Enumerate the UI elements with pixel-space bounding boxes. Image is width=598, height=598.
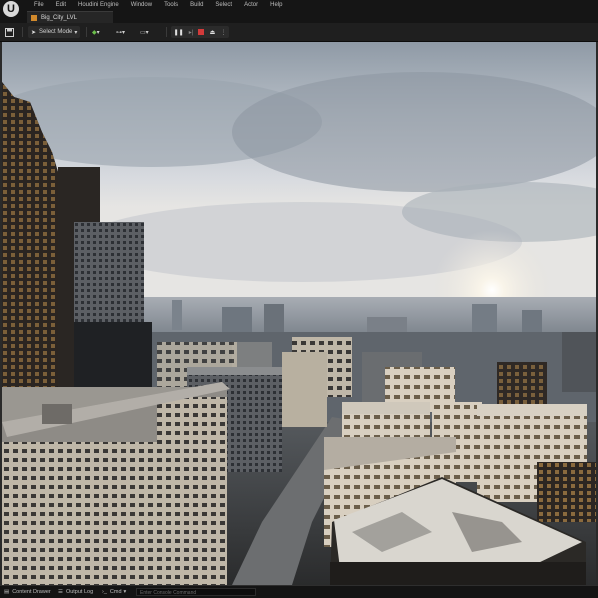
menu-bar: U File Edit Houdini Engine Window Tools … bbox=[0, 0, 598, 17]
step-icon[interactable]: ▸| bbox=[189, 29, 194, 36]
toolbar-divider bbox=[22, 27, 23, 37]
output-log-label: Output Log bbox=[65, 589, 94, 595]
menu-tools[interactable]: Tools bbox=[158, 0, 184, 10]
cursor-icon: ➤ bbox=[31, 29, 37, 36]
menu-edit[interactable]: Edit bbox=[50, 0, 72, 10]
pause-icon[interactable]: ❚❚ bbox=[174, 29, 184, 36]
menu-window[interactable]: Window bbox=[125, 0, 158, 10]
cmd-label: Cmd bbox=[109, 589, 122, 595]
chevron-down-icon: ▾ bbox=[96, 29, 100, 36]
main-menu: File Edit Houdini Engine Window Tools Bu… bbox=[28, 0, 288, 10]
content-drawer-label: Content Drawer bbox=[12, 589, 51, 595]
unreal-logo-icon[interactable]: U bbox=[3, 1, 19, 17]
menu-help[interactable]: Help bbox=[264, 0, 288, 10]
tab-level-label: Big_City_LVL bbox=[41, 14, 77, 21]
menu-actor[interactable]: Actor bbox=[238, 0, 264, 10]
log-icon: ☰ bbox=[58, 589, 63, 595]
terminal-icon: ›_ bbox=[102, 589, 107, 595]
toolbar-divider bbox=[86, 27, 87, 37]
select-mode-dropdown[interactable]: ➤ Select Mode ▾ bbox=[28, 26, 80, 38]
toolbar: ➤ Select Mode ▾ ◆ ▾ ⊶ ▾ ▭ ▾ ❚❚ ▸| ⏏ ⋮ bbox=[0, 23, 598, 42]
eject-icon[interactable]: ⏏ bbox=[210, 29, 216, 36]
output-log-button[interactable]: ☰ Output Log bbox=[58, 586, 93, 598]
tab-level[interactable]: Big_City_LVL bbox=[27, 11, 113, 23]
toolbar-divider bbox=[166, 27, 167, 37]
add-content-button[interactable]: ◆ ▾ bbox=[92, 26, 112, 38]
menu-build[interactable]: Build bbox=[184, 0, 209, 10]
level-viewport[interactable] bbox=[0, 42, 598, 585]
city-scene bbox=[2, 42, 596, 585]
select-mode-label: Select Mode bbox=[39, 29, 73, 35]
chevron-down-icon: ▾ bbox=[123, 589, 127, 595]
more-options-icon[interactable]: ⋮ bbox=[220, 29, 226, 36]
console-command-input[interactable]: Enter Console Command bbox=[136, 588, 256, 596]
folder-icon: ▤ bbox=[4, 589, 10, 595]
level-icon bbox=[31, 14, 37, 21]
cinematics-button[interactable]: ▭ ▾ bbox=[140, 26, 160, 38]
stop-icon[interactable] bbox=[198, 29, 205, 35]
play-controls: ❚❚ ▸| ⏏ ⋮ bbox=[171, 26, 229, 38]
cmd-dropdown[interactable]: ›_ Cmd ▾ bbox=[102, 586, 126, 598]
chevron-down-icon: ▾ bbox=[74, 29, 78, 36]
chevron-down-icon: ▾ bbox=[122, 29, 126, 36]
menu-file[interactable]: File bbox=[28, 0, 50, 10]
content-drawer-button[interactable]: ▤ Content Drawer bbox=[4, 586, 51, 598]
tab-row: Big_City_LVL bbox=[0, 11, 598, 23]
chevron-down-icon: ▾ bbox=[145, 29, 149, 36]
blueprints-button[interactable]: ⊶ ▾ bbox=[116, 26, 136, 38]
save-icon[interactable] bbox=[5, 26, 17, 38]
menu-houdini-engine[interactable]: Houdini Engine bbox=[72, 0, 125, 10]
menu-select[interactable]: Select bbox=[209, 0, 238, 10]
status-bar: ▤ Content Drawer ☰ Output Log ›_ Cmd ▾ E… bbox=[0, 585, 598, 598]
